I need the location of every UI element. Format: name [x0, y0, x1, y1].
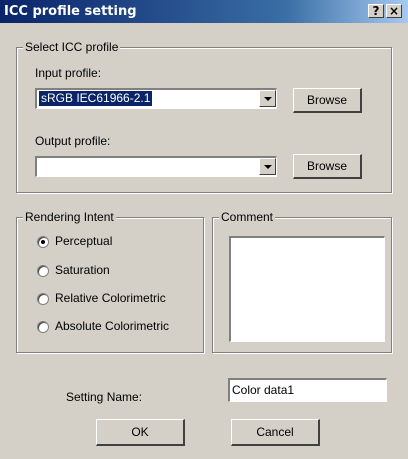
comment-legend: Comment	[219, 210, 276, 224]
radio-absolute-colorimetric-label[interactable]: Absolute Colorimetric	[55, 319, 169, 333]
radio-saturation-icon[interactable]	[37, 265, 49, 277]
setting-name-label: Setting Name:	[66, 390, 143, 404]
output-profile-value	[39, 159, 43, 174]
radio-relative-colorimetric-label[interactable]: Relative Colorimetric	[55, 291, 166, 305]
close-button[interactable]: ×	[386, 4, 402, 18]
input-profile-dropdown-arrow-icon[interactable]	[259, 90, 276, 107]
input-profile-value: sRGB IEC61966-2.1	[39, 91, 153, 106]
setting-name-input[interactable]: Color data1	[228, 378, 387, 402]
output-profile-dropdown-arrow-icon[interactable]	[259, 158, 276, 175]
input-profile-label: Input profile:	[35, 66, 102, 80]
comment-textarea[interactable]	[229, 236, 385, 342]
icc-profile-dialog: ICC profile setting ? × Select ICC profi…	[0, 0, 408, 459]
title-bar[interactable]: ICC profile setting ? ×	[0, 0, 408, 23]
rendering-intent-group: Rendering Intent Perceptual Saturation R…	[16, 210, 204, 353]
rendering-intent-legend: Rendering Intent	[23, 210, 116, 224]
select-icc-profile-group: Select ICC profile Input profile: sRGB I…	[16, 40, 392, 193]
ok-button[interactable]: OK	[96, 419, 185, 446]
comment-group: Comment	[212, 210, 392, 353]
output-profile-label: Output profile:	[35, 134, 111, 148]
select-icc-profile-legend: Select ICC profile	[23, 40, 121, 54]
output-browse-button[interactable]: Browse	[293, 154, 362, 179]
input-profile-dropdown[interactable]: sRGB IEC61966-2.1	[35, 88, 277, 109]
radio-saturation-label[interactable]: Saturation	[55, 263, 110, 277]
help-button[interactable]: ?	[368, 4, 384, 18]
output-profile-dropdown[interactable]	[35, 156, 277, 177]
radio-relative-colorimetric-icon[interactable]	[37, 293, 49, 305]
radio-perceptual-label[interactable]: Perceptual	[55, 234, 112, 248]
radio-absolute-colorimetric-icon[interactable]	[37, 321, 49, 333]
cancel-button[interactable]: Cancel	[231, 419, 320, 446]
radio-perceptual-icon[interactable]	[37, 236, 49, 248]
window-title: ICC profile setting	[4, 4, 137, 19]
input-browse-button[interactable]: Browse	[293, 88, 362, 113]
